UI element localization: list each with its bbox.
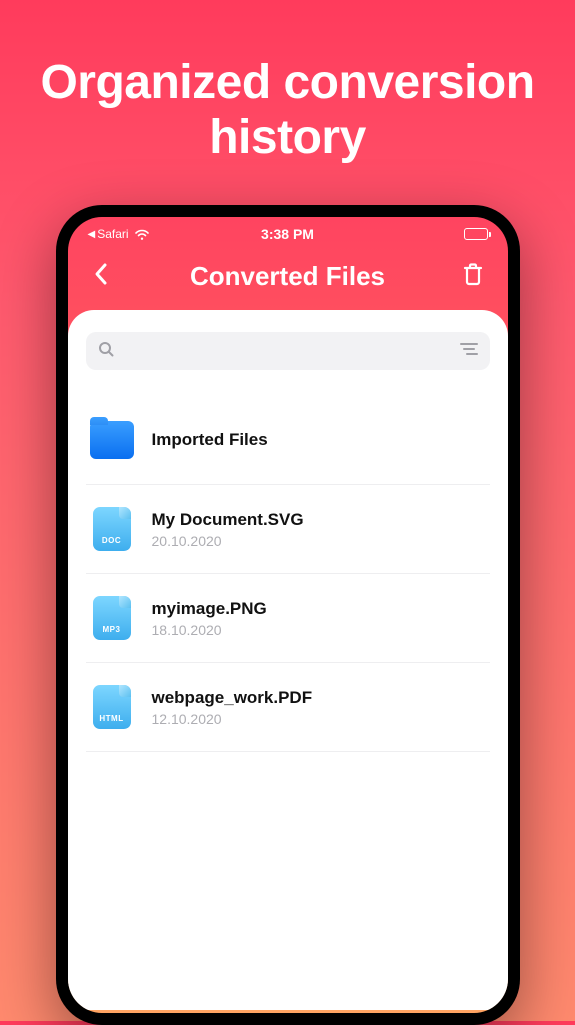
status-time: 3:38 PM [261, 226, 314, 242]
search-bar[interactable] [86, 332, 490, 370]
file-icon: HTML [90, 685, 134, 729]
back-button[interactable] [92, 261, 110, 292]
file-item[interactable]: DOC My Document.SVG 20.10.2020 [86, 485, 490, 574]
device-screen: ◀ Safari 3:38 PM [68, 217, 508, 1013]
wifi-icon [134, 228, 150, 240]
file-icon: DOC [90, 507, 134, 551]
delete-button[interactable] [462, 262, 484, 291]
page-title: Converted Files [190, 261, 385, 292]
caret-left-icon: ◀ [88, 229, 96, 240]
file-title: webpage_work.PDF [152, 688, 313, 708]
promo-headline: Organized conversion history [0, 0, 575, 205]
status-back-to-app[interactable]: ◀ Safari [88, 227, 129, 241]
file-title: myimage.PNG [152, 599, 267, 619]
file-date: 20.10.2020 [152, 533, 304, 549]
file-item[interactable]: HTML webpage_work.PDF 12.10.2020 [86, 663, 490, 752]
chevron-left-icon [92, 261, 110, 287]
status-bar: ◀ Safari 3:38 PM [68, 217, 508, 247]
file-type-label: HTML [99, 714, 123, 723]
folder-icon [90, 418, 134, 462]
device-frame: ◀ Safari 3:38 PM [56, 205, 520, 1025]
file-type-label: DOC [102, 536, 121, 545]
search-icon [98, 341, 114, 362]
search-input[interactable] [122, 343, 452, 360]
file-item[interactable]: MP3 myimage.PNG 18.10.2020 [86, 574, 490, 663]
status-back-app-label: Safari [97, 227, 128, 241]
folder-title: Imported Files [152, 430, 268, 450]
filter-icon[interactable] [460, 342, 478, 361]
folder-item[interactable]: Imported Files [86, 396, 490, 485]
file-title: My Document.SVG [152, 510, 304, 530]
file-date: 12.10.2020 [152, 711, 313, 727]
battery-icon [464, 228, 488, 240]
file-type-label: MP3 [103, 625, 121, 634]
content-panel: Imported Files DOC My Document.SVG 20.10.2… [68, 310, 508, 1010]
file-date: 18.10.2020 [152, 622, 267, 638]
trash-icon [462, 262, 484, 286]
file-icon: MP3 [90, 596, 134, 640]
navigation-bar: Converted Files [68, 247, 508, 310]
